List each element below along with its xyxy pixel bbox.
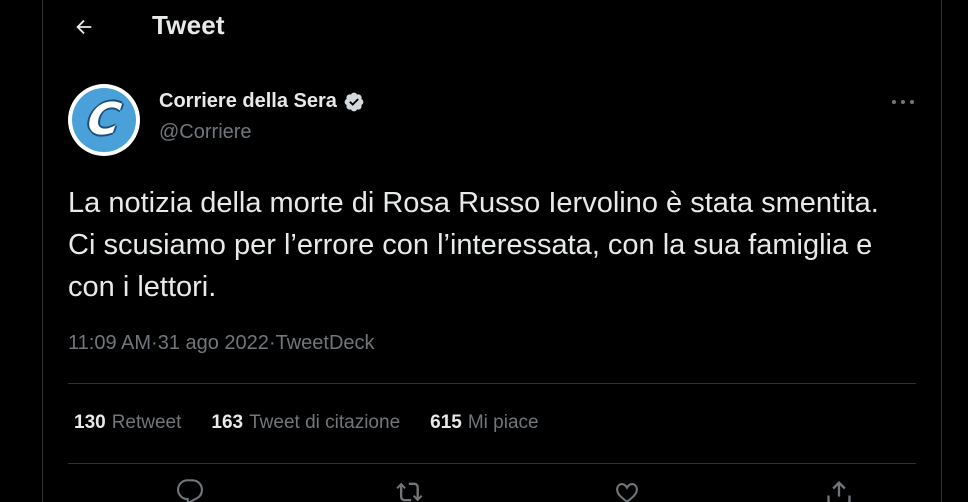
author-handle[interactable]: @Corriere — [159, 121, 252, 144]
like-icon — [616, 483, 638, 502]
verified-icon — [344, 92, 364, 111]
retweets-count: 130 — [74, 412, 106, 433]
tweet-meta: 11:09 AM · 31 ago 2022 · TweetDeck — [68, 332, 375, 355]
more-options-button[interactable] — [889, 92, 917, 112]
likes-label: Mi piace — [467, 412, 539, 433]
divider — [68, 463, 916, 464]
like-button[interactable] — [613, 478, 643, 502]
tweet-actions — [68, 478, 916, 502]
share-icon — [827, 481, 851, 502]
back-arrow-icon — [76, 19, 92, 35]
quotes-count: 163 — [211, 412, 244, 433]
meta-separator: · — [151, 332, 158, 354]
tweet-column: Tweet C Corriere della Sera @Corriere La… — [42, 0, 942, 502]
tweet-time[interactable]: 11:09 AM — [68, 332, 151, 355]
avatar[interactable]: C — [68, 84, 140, 156]
more-icon — [892, 100, 896, 104]
retweets-label: Retweet — [111, 412, 182, 433]
meta-separator: · — [268, 332, 276, 354]
more-icon-dot — [901, 100, 905, 104]
reply-icon — [176, 479, 204, 502]
likes-count: 615 — [430, 412, 462, 433]
avatar-logo: C — [72, 88, 136, 152]
tweet-stats: 130 Retweet 163 Tweet di citazione 615 M… — [74, 412, 539, 434]
more-icon-dot — [910, 100, 914, 104]
retweet-button[interactable] — [396, 478, 426, 502]
quotes-stat[interactable]: 163 Tweet di citazione — [211, 412, 400, 434]
header: Tweet — [43, 0, 941, 54]
retweet-icon — [396, 482, 423, 502]
quotes-label: Tweet di citazione — [249, 412, 401, 433]
share-button[interactable] — [825, 478, 855, 502]
avatar-logo-letter: C — [84, 94, 124, 145]
tweet-text: La notizia della morte di Rosa Russo Ier… — [68, 187, 887, 303]
author-name[interactable]: Corriere della Sera — [159, 90, 337, 113]
likes-stat[interactable]: 615 Mi piace — [430, 412, 538, 434]
back-button[interactable] — [67, 10, 101, 44]
tweet-date[interactable]: 31 ago 2022 — [158, 332, 269, 355]
retweets-stat[interactable]: 130 Retweet — [74, 412, 181, 434]
page-title: Tweet — [152, 10, 225, 40]
divider — [68, 383, 916, 384]
author-name-row: Corriere della Sera — [159, 90, 365, 113]
tweet-source[interactable]: TweetDeck — [276, 332, 375, 355]
reply-button[interactable] — [176, 478, 206, 502]
